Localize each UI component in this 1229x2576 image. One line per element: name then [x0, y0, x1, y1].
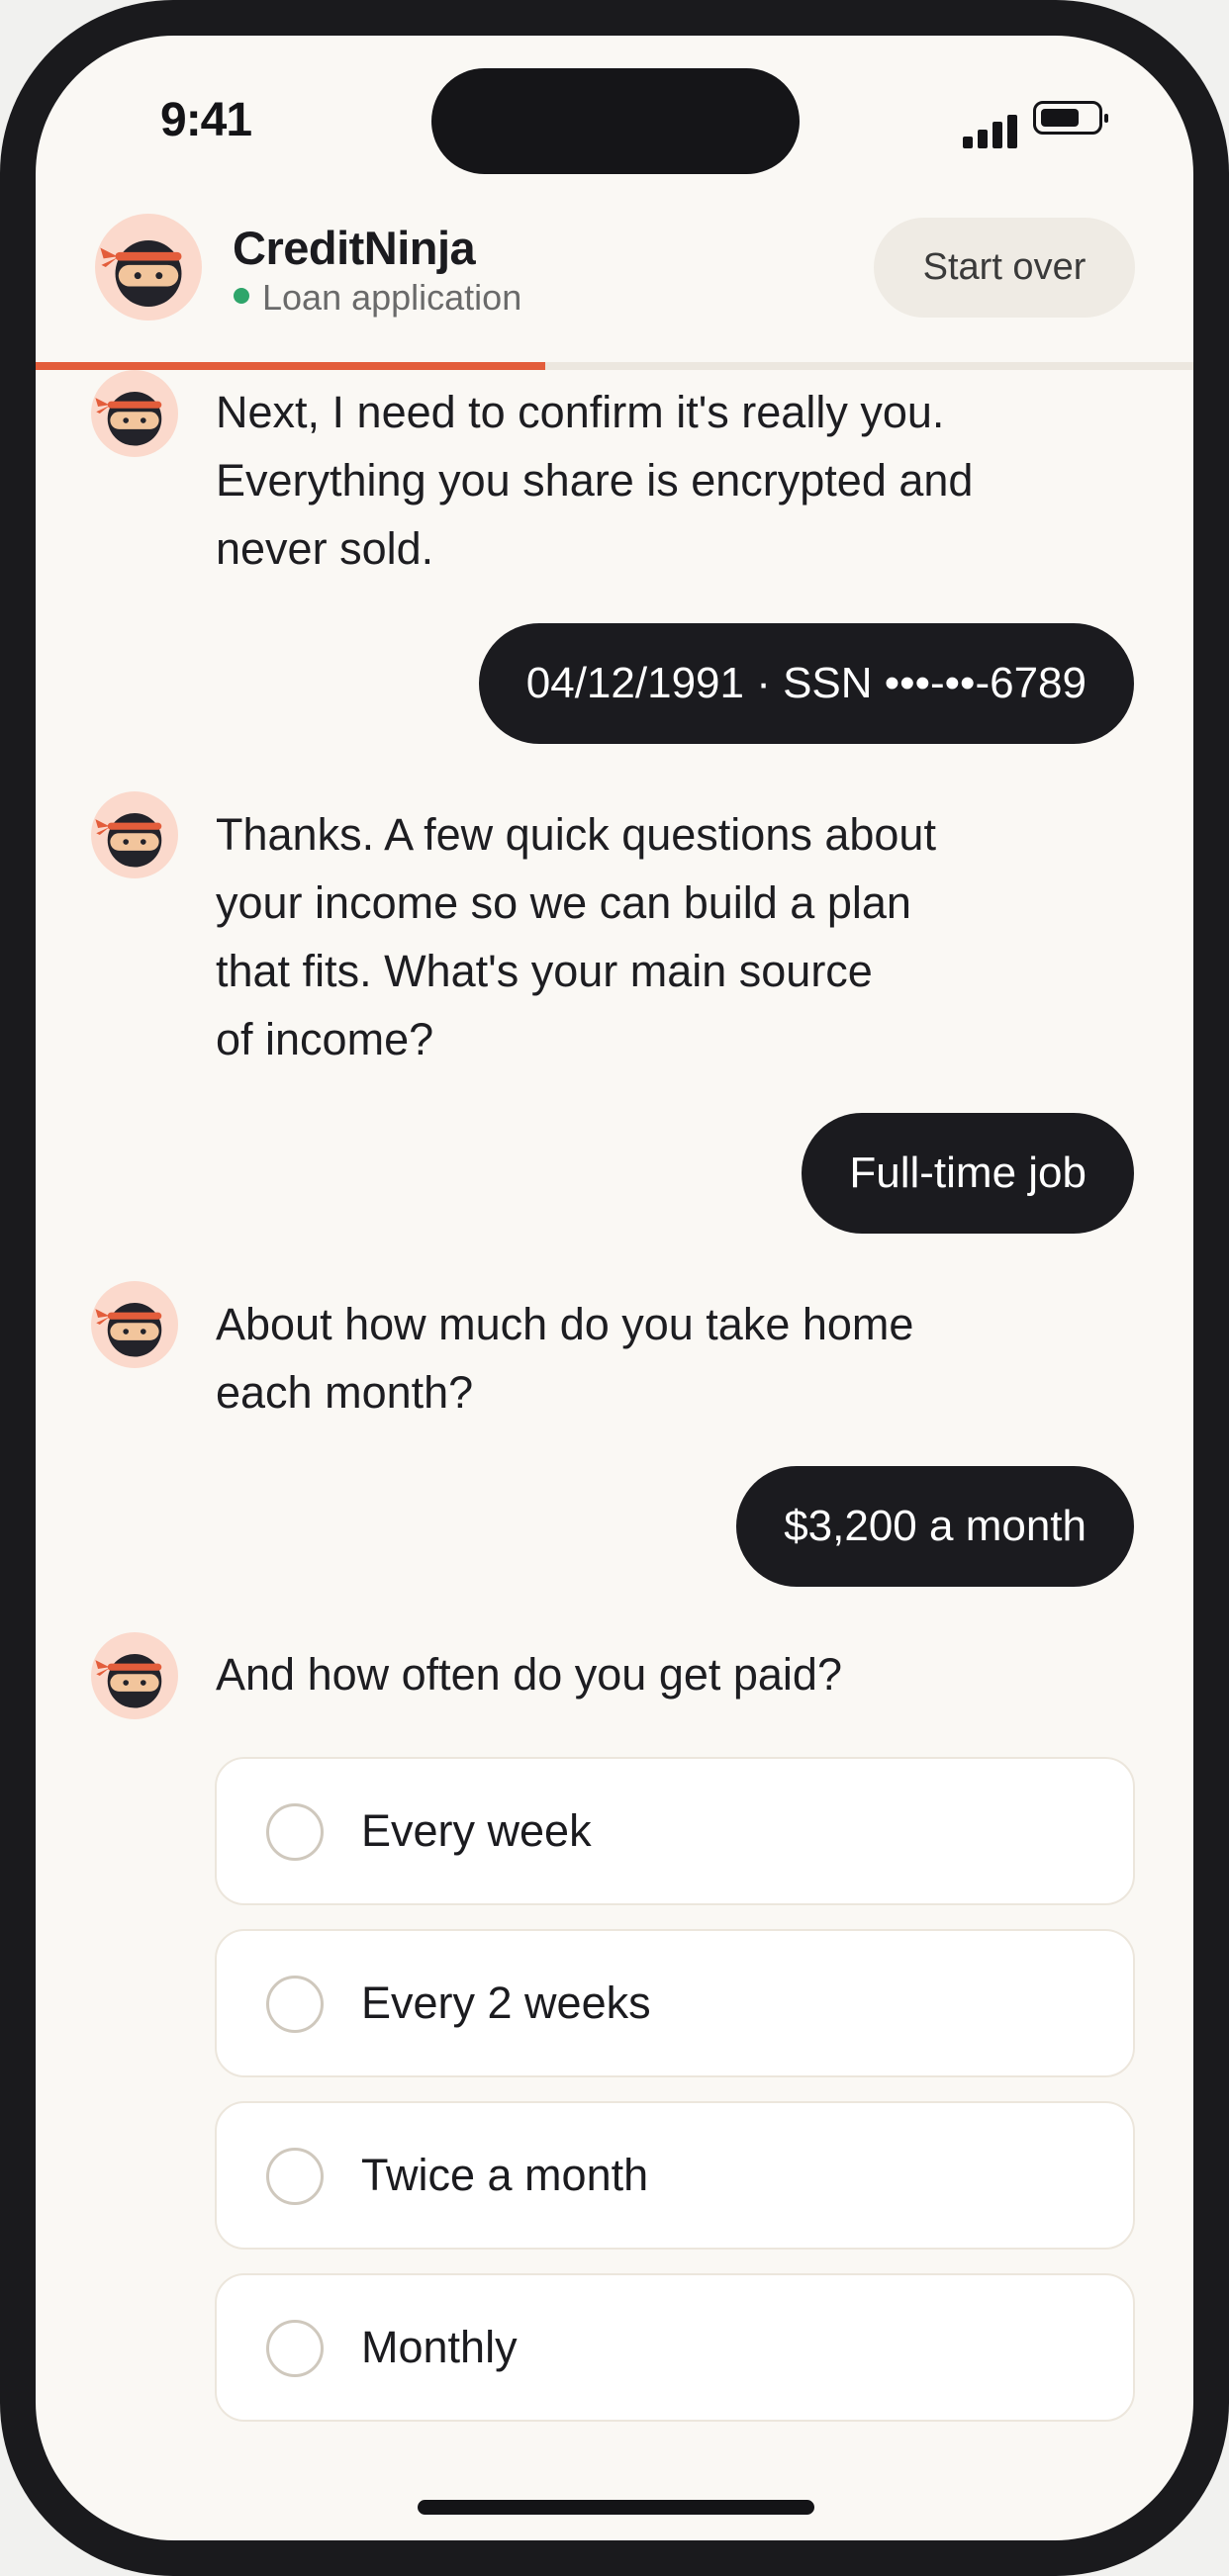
status-time: 9:41 — [160, 94, 252, 146]
user-message-bubble: 04/12/1991 · SSN •••-••-6789 — [478, 623, 1134, 744]
home-indicator[interactable] — [418, 2500, 814, 2515]
option-label: Every week — [361, 1805, 592, 1856]
option-label: Twice a month — [361, 2150, 649, 2200]
online-status-dot — [234, 288, 249, 304]
header-subtitle: Loan application — [262, 277, 522, 318]
message-line: your income so we can build a plan — [216, 877, 911, 928]
ninja-avatar-icon — [91, 1632, 178, 1719]
pay-frequency-option[interactable]: Every week — [215, 1757, 1135, 1905]
radio-button[interactable] — [266, 2320, 324, 2377]
ninja-avatar-icon — [91, 1281, 178, 1368]
bot-message: Next, I need to confirm it's really you.… — [216, 378, 1067, 583]
message-line: never sold. — [216, 523, 434, 574]
progress-fill — [36, 362, 545, 370]
option-label: Monthly — [361, 2322, 518, 2372]
message-line: Next, I need to confirm it's really you. — [216, 387, 945, 437]
bot-message: Thanks. A few quick questions about your… — [216, 800, 1067, 1073]
progress-bar — [36, 362, 1193, 370]
user-message-bubble: $3,200 a month — [736, 1466, 1134, 1587]
pay-frequency-option[interactable]: Every 2 weeks — [215, 1929, 1135, 2077]
pay-frequency-option[interactable]: Twice a month — [215, 2101, 1135, 2250]
start-over-button[interactable]: Start over — [874, 218, 1135, 318]
message-line: Thanks. A few quick questions about — [216, 809, 936, 860]
message-line: that fits. What's your main source — [216, 946, 873, 996]
message-line: And how often do you get paid? — [216, 1649, 842, 1700]
message-line: each month? — [216, 1367, 474, 1418]
battery-icon — [1033, 101, 1108, 135]
pay-frequency-option[interactable]: Monthly — [215, 2273, 1135, 2422]
radio-button[interactable] — [266, 1976, 324, 2033]
brand-name: CreditNinja — [233, 222, 476, 274]
ninja-avatar-icon — [95, 214, 202, 321]
radio-button[interactable] — [266, 1803, 324, 1861]
dynamic-island — [431, 68, 800, 174]
bot-message: About how much do you take home each mon… — [216, 1290, 1067, 1426]
message-line: Everything you share is encrypted and — [216, 455, 974, 506]
radio-button[interactable] — [266, 2148, 324, 2205]
option-label: Every 2 weeks — [361, 1978, 651, 2028]
signal-icon — [963, 113, 1018, 148]
bot-message: And how often do you get paid? — [216, 1640, 1067, 1708]
phone-frame: 9:41 CreditNinja Loan application Start … — [0, 0, 1229, 2576]
ninja-avatar-icon — [91, 791, 178, 878]
ninja-avatar-icon — [91, 370, 178, 457]
message-line: About how much do you take home — [216, 1299, 914, 1349]
screen: 9:41 CreditNinja Loan application Start … — [36, 36, 1193, 2540]
user-message-bubble: Full-time job — [802, 1113, 1134, 1234]
message-line: of income? — [216, 1014, 434, 1064]
